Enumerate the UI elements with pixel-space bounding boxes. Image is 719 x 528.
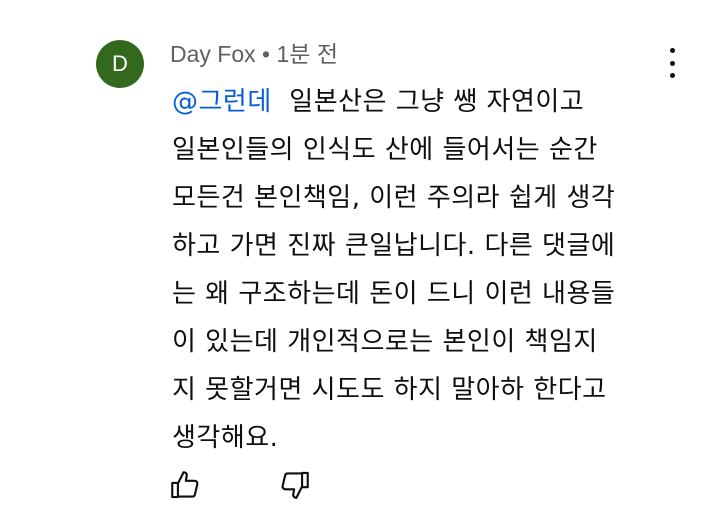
comment-line-1: @그런데 일본산은 그냥 쌩 자연이고: [172, 78, 672, 126]
author-name[interactable]: Day Fox: [170, 41, 256, 67]
thumbs-down-icon[interactable]: [278, 468, 312, 502]
comment-line-text: 일본산은 그냥 쌩 자연이고: [289, 87, 585, 117]
avatar[interactable]: D: [96, 40, 144, 88]
thumbs-up-icon[interactable]: [168, 468, 202, 502]
comment-line-3: 모든건 본인책임, 이런 주의라 쉽게 생각: [172, 183, 616, 213]
comment-line-6: 이 있는데 개인적으로는 본인이 책임지: [172, 327, 598, 357]
comment-meta: Day Fox • 1분 전: [170, 40, 338, 68]
comment-time[interactable]: 1분 전: [276, 41, 338, 67]
comment-line-7: 지 못할거면 시도도 하지 말아하 한다고: [172, 375, 607, 405]
more-options-icon[interactable]: [660, 48, 684, 78]
mention-link[interactable]: @그런데: [172, 87, 272, 117]
comment-line-5: 는 왜 구조하는데 돈이 드니 이런 내용들: [172, 279, 616, 309]
comment-text: @그런데 일본산은 그냥 쌩 자연이고 일본인들의 인식도 산에 들어서는 순간…: [172, 78, 672, 462]
comment-line-8: 생각해요.: [172, 423, 279, 453]
comment-line-2: 일본인들의 인식도 산에 들어서는 순간: [172, 135, 598, 165]
avatar-initial: D: [112, 51, 128, 76]
meta-separator: •: [262, 41, 271, 67]
comment-line-4: 하고 가면 진짜 큰일납니다. 다른 댓글에: [172, 231, 616, 261]
